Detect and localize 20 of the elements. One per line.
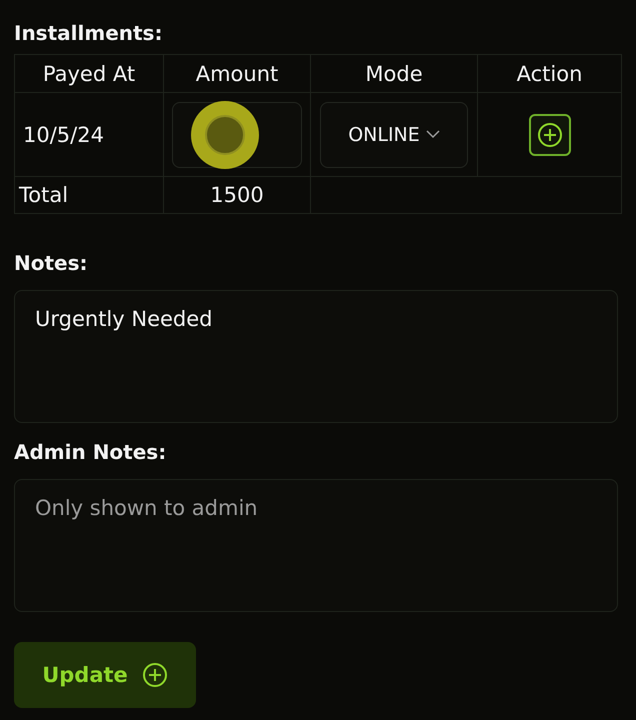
section-label: Admin Notes: xyxy=(14,439,168,466)
amount-field[interactable] xyxy=(172,102,302,168)
column-header: Payed At xyxy=(15,55,164,92)
add-icon xyxy=(536,122,562,148)
table-cell: 1500 xyxy=(210,183,264,207)
table-cell: 10/5/24 xyxy=(23,122,104,146)
admin-notes-field[interactable]: Only shown to admin xyxy=(14,479,618,612)
section-label: Notes: xyxy=(14,250,89,277)
section-label: Installments: xyxy=(14,20,164,47)
column-header: Amount xyxy=(164,55,311,92)
table-cell: Total xyxy=(19,183,68,207)
column-header: Action xyxy=(516,60,584,88)
notes-field[interactable]: Urgently Needed xyxy=(14,290,618,423)
click-indicator-icon xyxy=(191,100,259,168)
chevron-icon xyxy=(426,130,440,139)
update-button[interactable]: Update xyxy=(14,642,196,708)
add-button[interactable] xyxy=(528,114,570,156)
column-header: Mode xyxy=(311,55,478,92)
mode-dropdown[interactable]: ONLINE xyxy=(320,102,468,168)
add-icon xyxy=(142,662,168,688)
